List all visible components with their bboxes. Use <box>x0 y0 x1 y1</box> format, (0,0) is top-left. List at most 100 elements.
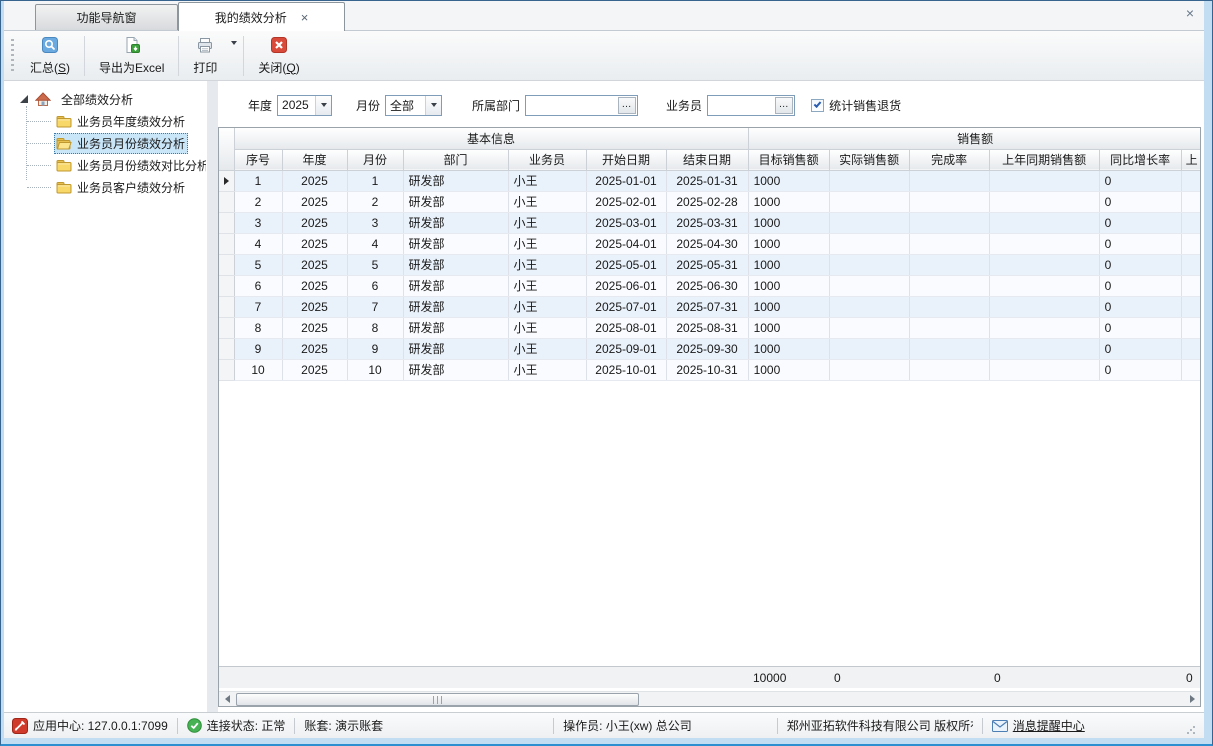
grid-cell[interactable]: 0 <box>1099 191 1181 212</box>
message-center-link[interactable]: 消息提醒中心 <box>1013 717 1085 734</box>
tree-expander-icon[interactable] <box>20 95 28 103</box>
table-row[interactable]: 620256研发部小王2025-06-012025-06-3010000 <box>219 275 1201 296</box>
grid-cell[interactable] <box>989 191 1099 212</box>
grid-cell[interactable]: 2025-04-01 <box>586 233 666 254</box>
grid-cell[interactable] <box>989 338 1099 359</box>
grid-cell[interactable]: 4 <box>347 233 403 254</box>
grid-cell[interactable] <box>989 254 1099 275</box>
grid-cell[interactable]: 2025 <box>282 254 347 275</box>
horizontal-scrollbar[interactable] <box>219 691 1200 706</box>
grid-cell[interactable] <box>829 296 909 317</box>
scroll-left-icon[interactable] <box>219 692 235 707</box>
row-header-cell[interactable] <box>219 275 234 296</box>
grid-cell[interactable] <box>1181 191 1201 212</box>
grid-cell[interactable] <box>1181 296 1201 317</box>
grid-cell[interactable]: 6 <box>234 275 282 296</box>
grid-cell[interactable]: 研发部 <box>403 338 508 359</box>
grid-cell[interactable]: 0 <box>1099 296 1181 317</box>
grid-cell[interactable]: 9 <box>234 338 282 359</box>
grid-cell[interactable] <box>989 212 1099 233</box>
grid-cell[interactable]: 小王 <box>508 317 586 338</box>
grid-cell[interactable]: 2025-07-01 <box>586 296 666 317</box>
grid-cell[interactable]: 2025-03-31 <box>666 212 748 233</box>
grid-cell[interactable] <box>989 296 1099 317</box>
tab-function-navigation[interactable]: 功能导航窗 <box>35 4 178 30</box>
grid-cell[interactable] <box>1181 275 1201 296</box>
grid-cell[interactable]: 2025 <box>282 359 347 380</box>
grid-cell[interactable]: 1000 <box>748 296 829 317</box>
department-input[interactable] <box>526 97 618 114</box>
grid-cell[interactable] <box>829 254 909 275</box>
grid-cell[interactable]: 8 <box>347 317 403 338</box>
grid-cell[interactable]: 研发部 <box>403 317 508 338</box>
grid-cell[interactable]: 小王 <box>508 296 586 317</box>
grid-cell[interactable]: 2025-09-30 <box>666 338 748 359</box>
year-select[interactable]: 2025 <box>277 95 332 116</box>
grid-cell[interactable] <box>829 359 909 380</box>
row-header-cell[interactable] <box>219 212 234 233</box>
row-header-cell[interactable] <box>219 254 234 275</box>
grid-cell[interactable] <box>829 233 909 254</box>
scroll-right-icon[interactable] <box>1184 692 1200 707</box>
grid-cell[interactable]: 1000 <box>748 338 829 359</box>
column-header[interactable]: 上 <box>1181 149 1201 170</box>
grid-cell[interactable]: 1000 <box>748 170 829 191</box>
row-header-cell[interactable] <box>219 338 234 359</box>
sales-return-checkbox-wrap[interactable]: 统计销售退货 <box>811 97 901 114</box>
grid-cell[interactable] <box>829 275 909 296</box>
close-button[interactable]: 关闭(Q) <box>248 32 309 80</box>
row-header-cell[interactable] <box>219 359 234 380</box>
column-header[interactable]: 业务员 <box>508 149 586 170</box>
grid-cell[interactable]: 0 <box>1099 359 1181 380</box>
grid-cell[interactable] <box>829 170 909 191</box>
grid-cell[interactable]: 1000 <box>748 191 829 212</box>
grid-cell[interactable]: 2025-07-31 <box>666 296 748 317</box>
grid-cell[interactable] <box>989 317 1099 338</box>
column-header[interactable]: 年度 <box>282 149 347 170</box>
grid-cell[interactable]: 10 <box>234 359 282 380</box>
summary-button[interactable]: 汇总(S) <box>20 32 80 80</box>
grid-cell[interactable]: 5 <box>347 254 403 275</box>
grid-cell[interactable]: 1000 <box>748 254 829 275</box>
table-row[interactable]: 920259研发部小王2025-09-012025-09-3010000 <box>219 338 1201 359</box>
grid-cell[interactable] <box>1181 338 1201 359</box>
row-header-cell[interactable] <box>219 296 234 317</box>
grid-cell[interactable]: 0 <box>1099 317 1181 338</box>
grid-cell[interactable]: 小王 <box>508 170 586 191</box>
grid-cell[interactable] <box>829 317 909 338</box>
tab-my-performance-analysis[interactable]: 我的绩效分析 × <box>178 2 345 31</box>
grid-cell[interactable]: 5 <box>234 254 282 275</box>
grid-cell[interactable]: 2025 <box>282 170 347 191</box>
grid-cell[interactable] <box>1181 170 1201 191</box>
grid-cell[interactable]: 2025-10-31 <box>666 359 748 380</box>
grid-cell[interactable]: 1000 <box>748 359 829 380</box>
grid-cell[interactable]: 2025 <box>282 275 347 296</box>
grid-cell[interactable] <box>989 170 1099 191</box>
tree-item[interactable]: 业务员年度绩效分析 <box>4 110 207 132</box>
tree-item[interactable]: 业务员客户绩效分析 <box>4 176 207 198</box>
grid-cell[interactable] <box>909 296 989 317</box>
grid-cell[interactable]: 0 <box>1099 212 1181 233</box>
grid-cell[interactable]: 1 <box>234 170 282 191</box>
column-header[interactable]: 结束日期 <box>666 149 748 170</box>
grid-cell[interactable]: 3 <box>234 212 282 233</box>
column-header[interactable]: 序号 <box>234 149 282 170</box>
grid-cell[interactable]: 2025 <box>282 191 347 212</box>
panel-splitter[interactable] <box>207 81 218 712</box>
table-row[interactable]: 120251研发部小王2025-01-012025-01-3110000 <box>219 170 1201 191</box>
print-button[interactable]: 打印 <box>183 32 233 80</box>
toolbar-drag-handle[interactable] <box>11 39 14 73</box>
column-header[interactable]: 月份 <box>347 149 403 170</box>
grid-cell[interactable]: 研发部 <box>403 233 508 254</box>
grid-cell[interactable]: 2025-06-30 <box>666 275 748 296</box>
chevron-down-icon[interactable] <box>315 96 331 115</box>
table-row[interactable]: 420254研发部小王2025-04-012025-04-3010000 <box>219 233 1201 254</box>
grid-cell[interactable]: 2025-10-01 <box>586 359 666 380</box>
department-picker-button[interactable]: … <box>618 97 636 114</box>
chevron-down-icon[interactable] <box>425 96 441 115</box>
grid-cell[interactable]: 1000 <box>748 233 829 254</box>
row-header-cell[interactable] <box>219 317 234 338</box>
grid-cell[interactable]: 小王 <box>508 233 586 254</box>
grid-cell[interactable]: 1000 <box>748 317 829 338</box>
grid-cell[interactable] <box>909 233 989 254</box>
